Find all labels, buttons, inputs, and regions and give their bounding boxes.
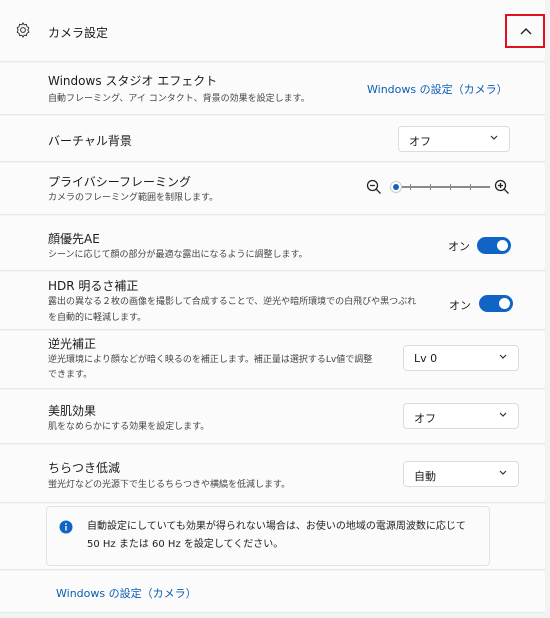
studio-effects-description: 自動フレーミング、アイ コンタクト、背景の効果を設定します。 [48,94,310,104]
face-ae-description: シーンに応じて顔の部分が最適な露出になるように調整します。 [48,250,308,260]
hdr-description-line2: を自動的に軽減します。 [48,313,147,323]
flicker-value: 自動 [414,470,436,483]
slider-tick [450,184,451,190]
face-ae-row: 顔優先AE シーンに応じて顔の部分が最適な露出になるように調整します。 オン [0,216,545,271]
face-ae-title: 顔優先AE [48,232,100,246]
gear-icon [16,22,30,38]
beauty-dropdown[interactable]: オフ [403,403,519,429]
virtual-background-value: オフ [409,135,431,148]
zoom-in-icon[interactable] [494,179,510,195]
hdr-state: オン [449,299,471,312]
backlight-description-line1: 逆光環境により顔などが暗く映るのを補正します。補正量は選択するLv値で調整 [48,355,373,365]
info-text-line2: 50 Hz または 60 Hz を設定してください。 [87,539,284,550]
zoom-out-icon[interactable] [366,179,382,195]
flicker-row: ちらつき低減 蛍光灯などの光源下で生じるちらつきや横縞を低減します。 自動 [0,445,545,503]
hdr-toggle[interactable] [479,295,513,312]
privacy-framing-description: カメラのフレーミング範囲を制限します。 [48,193,219,203]
face-ae-state: オン [448,240,470,253]
backlight-title: 逆光補正 [48,337,97,351]
hdr-title: HDR 明るさ補正 [48,279,139,293]
chevron-down-icon [499,354,507,359]
windows-camera-settings-link[interactable]: Windows の設定（カメラ） [367,81,508,97]
privacy-framing-title: プライバシーフレーミング [48,175,192,189]
hdr-description-line1: 露出の異なる２枚の画像を撮影して合成することで、逆光や暗所環境での白飛びや黒つぶ… [48,297,417,307]
chevron-down-icon [490,135,498,140]
slider-thumb[interactable] [390,181,402,193]
footer-row: Windows の設定（カメラ） [0,571,545,613]
chevron-up-icon [520,28,532,35]
info-section: 自動設定にしていても効果が得られない場合は、お使いの地域の電源周波数に応じて 5… [0,504,545,570]
slider-tick [430,184,431,190]
slider-ticks [390,184,490,190]
beauty-value: オフ [414,412,436,425]
chevron-down-icon [499,470,507,475]
beauty-description: 肌をなめらかにする効果を設定します。 [48,422,210,432]
privacy-framing-row: プライバシーフレーミング カメラのフレーミング範囲を制限します。 [0,163,545,215]
beauty-row: 美肌効果 肌をなめらかにする効果を設定します。 オフ [0,390,545,444]
backlight-description-line2: できます。 [48,370,93,380]
flicker-title: ちらつき低減 [48,461,121,475]
camera-settings-header[interactable]: カメラ設定 [0,0,545,62]
hdr-row: HDR 明るさ補正 露出の異なる２枚の画像を撮影して合成することで、逆光や暗所環… [0,272,545,330]
virtual-background-dropdown[interactable]: オフ [398,126,510,152]
privacy-framing-slider[interactable] [390,181,490,193]
studio-effects-title: Windows スタジオ エフェクト [48,74,218,88]
info-text-line1: 自動設定にしていても効果が得られない場合は、お使いの地域の電源周波数に応じて [87,521,466,532]
virtual-background-title: バーチャル背景 [48,134,132,148]
face-ae-toggle[interactable] [477,237,511,254]
slider-tick [470,184,471,190]
beauty-title: 美肌効果 [48,404,97,418]
virtual-background-row: バーチャル背景 オフ [0,116,545,162]
flicker-description: 蛍光灯などの光源下で生じるちらつきや横縞を低減します。 [48,480,291,490]
collapse-button[interactable] [505,14,545,48]
backlight-value: Lv 0 [414,352,438,365]
backlight-row: 逆光補正 逆光環境により顔などが暗く映るのを補正します。補正量は選択するLv値で… [0,331,545,389]
info-box: 自動設定にしていても効果が得られない場合は、お使いの地域の電源周波数に応じて 5… [46,506,490,566]
footer-windows-camera-settings-link[interactable]: Windows の設定（カメラ） [56,585,197,601]
backlight-dropdown[interactable]: Lv 0 [403,345,519,371]
camera-settings-panel: カメラ設定 Windows スタジオ エフェクト 自動フレーミング、アイ コンタ… [0,0,550,618]
info-icon [59,520,73,534]
studio-effects-row: Windows スタジオ エフェクト 自動フレーミング、アイ コンタクト、背景の… [0,63,545,115]
slider-tick [410,184,411,190]
page-title: カメラ設定 [48,26,109,40]
chevron-down-icon [499,412,507,417]
flicker-dropdown[interactable]: 自動 [403,461,519,487]
